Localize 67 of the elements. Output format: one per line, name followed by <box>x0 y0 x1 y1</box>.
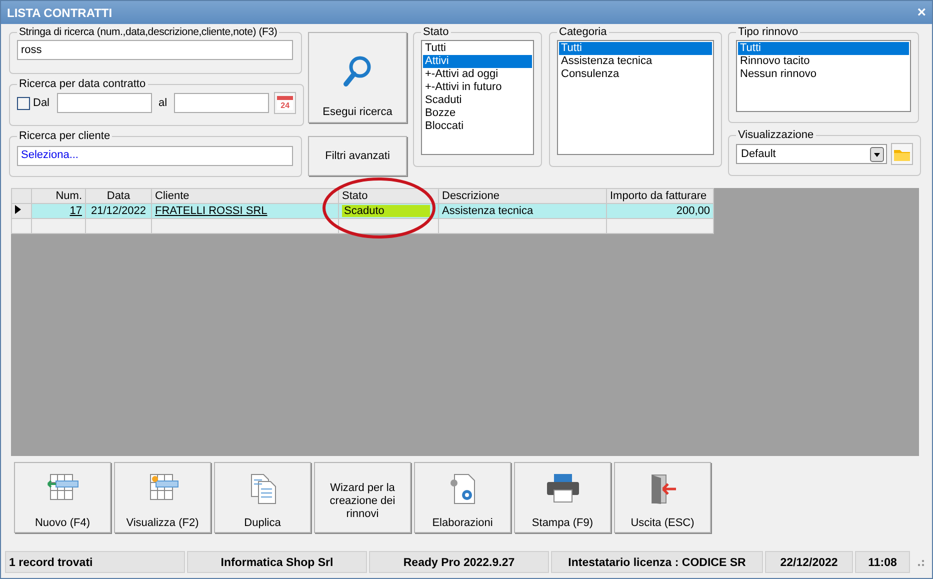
list-item[interactable]: Rinnovo tacito <box>738 55 909 68</box>
date-to-field[interactable] <box>174 93 270 113</box>
caret-icon <box>870 146 884 162</box>
status-text: Intestatario licenza : CODICE SR <box>551 551 763 573</box>
column-header[interactable]: Descrizione <box>438 188 606 204</box>
column-header[interactable]: Cliente <box>152 188 338 204</box>
folder-button[interactable] <box>891 143 913 165</box>
list-item[interactable]: Tutti <box>559 42 712 55</box>
list-item[interactable]: Consulenza <box>559 68 712 81</box>
view-dropdown[interactable]: Default <box>736 144 887 164</box>
column-header[interactable]: Num. <box>32 188 86 204</box>
action-button[interactable]: Uscita (ESC) <box>614 462 711 533</box>
group-label: Ricerca per cliente <box>18 130 112 142</box>
status-text: Ready Pro 2022.9.27 <box>369 551 549 573</box>
action-button[interactable]: Wizard per la creazione dei rinnovi <box>314 462 411 533</box>
column-header[interactable]: Importo da fatturare <box>606 188 714 204</box>
table-icon <box>46 473 80 501</box>
action-button[interactable]: Visualizza (F2) <box>114 462 211 533</box>
group-label: Stato <box>422 26 450 38</box>
advanced-filters-button[interactable]: Filtri avanzati <box>308 136 407 176</box>
printer-icon <box>546 473 580 503</box>
group-label: Ricerca per data contratto <box>18 78 147 90</box>
client-field[interactable]: Seleziona... <box>17 146 293 166</box>
group-label: Tipo rinnovo <box>737 26 800 38</box>
status-text: 22/12/2022 <box>765 551 853 573</box>
document-gears-icon <box>448 473 478 505</box>
list-item[interactable]: Assistenza tecnica <box>559 55 712 68</box>
row-pointer-icon <box>15 205 21 214</box>
calendar-button[interactable]: 24 <box>274 92 296 114</box>
group-label: Visualizzazione <box>737 129 815 141</box>
status-text: 1 record trovati <box>5 551 185 573</box>
table-cell: Assistenza tecnica <box>438 204 606 218</box>
search-icon <box>342 55 372 87</box>
documents-icon <box>248 473 276 505</box>
list-item[interactable]: +-Attivi ad oggi <box>423 68 532 81</box>
resize-grip-icon <box>916 558 924 566</box>
column-header[interactable]: Stato <box>338 188 438 204</box>
number-link[interactable]: 17 <box>70 205 82 217</box>
folder-icon <box>894 148 910 160</box>
list-item[interactable]: Tutti <box>738 42 909 55</box>
list-item[interactable]: Scaduti <box>423 94 532 107</box>
date-to-label: al <box>158 97 168 109</box>
list-item[interactable]: Bloccati <box>423 120 532 133</box>
search-button[interactable]: Esegui ricerca <box>308 32 407 123</box>
status-label: Scaduto <box>342 205 430 217</box>
search-field[interactable]: ross <box>17 40 293 60</box>
checkbox[interactable] <box>17 96 30 110</box>
list-item[interactable]: Tutti <box>423 42 532 55</box>
list-item[interactable]: Nessun rinnovo <box>738 68 909 81</box>
group-label: Stringa di ricerca (num.,data,descrizione,cliente,note) (F3) <box>18 26 278 38</box>
list-item[interactable]: Bozze <box>423 107 532 120</box>
action-button[interactable]: Elaborazioni <box>414 462 511 533</box>
action-button[interactable]: Stampa (F9) <box>514 462 611 533</box>
status-text: 11:08 <box>855 551 910 573</box>
table-cell: 200,00 <box>606 204 714 218</box>
status-text: Informatica Shop Srl <box>187 551 367 573</box>
action-button[interactable]: Duplica <box>214 462 311 533</box>
calendar-icon: 24 <box>277 96 294 110</box>
list-item[interactable]: +-Attivi in futuro <box>423 81 532 94</box>
window-title: LISTA CONTRATTI <box>7 6 112 20</box>
checkbox-label: Dal <box>33 97 50 109</box>
table-cell: 21/12/2022 <box>86 204 152 218</box>
action-button[interactable]: Nuovo (F4) <box>14 462 111 533</box>
group-label: Categoria <box>558 26 608 38</box>
column-header[interactable]: Data <box>86 188 152 204</box>
date-from-field[interactable] <box>56 93 152 113</box>
list-item[interactable]: Attivi <box>423 55 532 68</box>
